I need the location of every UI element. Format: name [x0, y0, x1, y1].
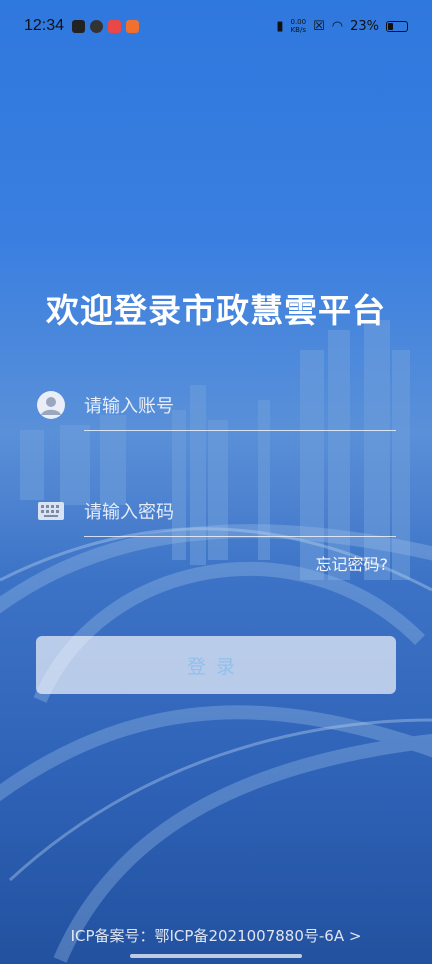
net-speed-value: 0.00 [290, 18, 307, 26]
reward-notification-icon [126, 19, 140, 33]
status-indicators: ▮ 0.00 KB/s ☒ ◠ 23% [276, 18, 408, 34]
password-field [36, 492, 396, 542]
city-background [0, 0, 432, 964]
battery-percent: 23% [350, 18, 379, 34]
status-bar: 12:34 ▮ 0.00 KB/s ☒ ◠ 23% [0, 0, 432, 52]
media-notification-icon [72, 19, 86, 33]
net-speed: 0.00 KB/s [291, 18, 307, 34]
net-speed-unit: KB/s [290, 26, 306, 34]
password-input[interactable] [84, 492, 396, 532]
navigation-handle[interactable] [130, 954, 302, 958]
vibrate-icon: ▮ [276, 18, 284, 34]
account-field [36, 386, 396, 436]
battery-icon [386, 20, 408, 32]
user-avatar-icon [36, 390, 66, 420]
account-underline [84, 430, 396, 431]
page-title: 欢迎登录市政慧雲平台 [46, 291, 386, 330]
wifi-icon: ◠ [331, 18, 344, 34]
sim-disabled-icon: ☒ [313, 18, 325, 34]
status-time: 12:34 [24, 17, 65, 34]
shopping-notification-icon [108, 19, 122, 33]
forgot-password-link[interactable]: 忘记密码? [316, 551, 389, 575]
icp-record-link[interactable]: ICP备案号：鄂ICP备2021007880号-6A > [0, 925, 432, 946]
account-input[interactable] [84, 386, 396, 426]
password-underline [84, 536, 396, 537]
keyboard-icon [36, 496, 66, 526]
cityscape-illustration [0, 320, 432, 963]
app-notification-icon [90, 19, 104, 33]
login-button[interactable]: 登录 [36, 636, 396, 694]
